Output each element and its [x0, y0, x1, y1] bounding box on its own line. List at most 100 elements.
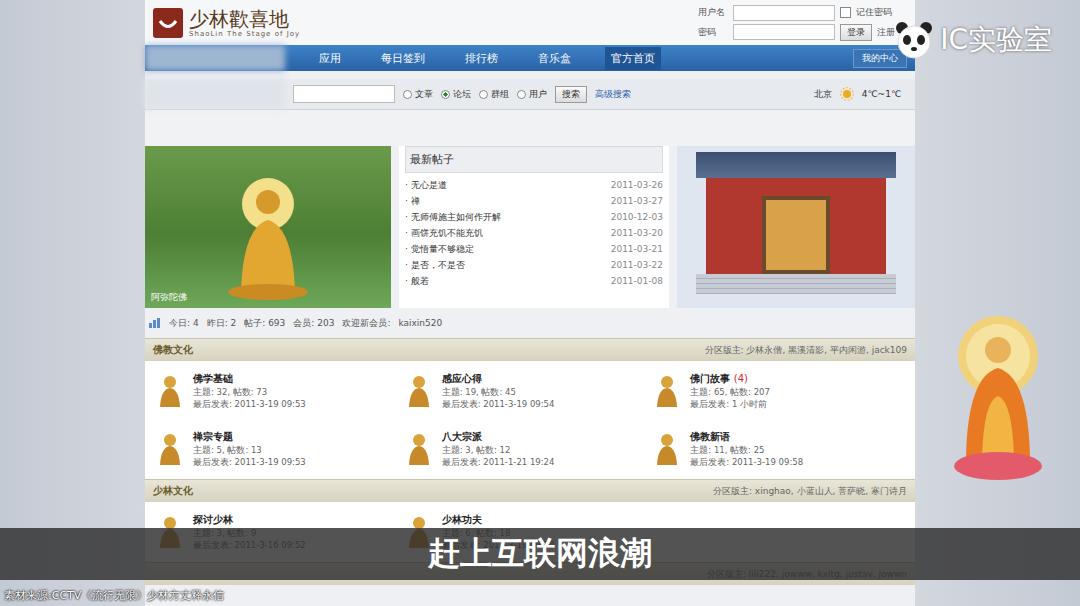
- forum-name[interactable]: 少林功夫: [442, 513, 555, 527]
- forum-counts: 主题: 5, 帖数: 13: [193, 444, 306, 456]
- channel-watermark: IC实验室: [894, 20, 1052, 60]
- post-row[interactable]: · 无心是道2011-03-26: [405, 177, 663, 193]
- forum-name[interactable]: 佛学基础: [193, 372, 306, 386]
- statue-icon: [654, 431, 680, 467]
- forum-last-post: 最后发表: 2011-3-19 09:53: [193, 398, 306, 410]
- radio-icon: [517, 90, 526, 99]
- advanced-search-link[interactable]: 高级搜索: [595, 88, 631, 101]
- stat-item: 会员: 203: [293, 317, 334, 330]
- stats-icon: [149, 318, 161, 328]
- video-subtitle: 赶上互联网浪潮: [0, 528, 1080, 580]
- new-member-label: 欢迎新会员:: [342, 317, 390, 330]
- forum-item[interactable]: 佛教新语 主题: 11, 帖数: 25最后发表: 2011-3-19 09:58: [654, 423, 903, 475]
- buddha-icon: [952, 306, 1044, 486]
- backdrop: [915, 0, 1080, 606]
- site-logo[interactable]: 少林歡喜地ShaoLin The Stage of Joy: [153, 8, 300, 38]
- buddha-icon: [223, 172, 313, 302]
- forum-name[interactable]: 探讨少林: [193, 513, 306, 527]
- nav-item[interactable]: 音乐盒: [532, 47, 577, 70]
- forum-grid: 佛学基础 主题: 32, 帖数: 73最后发表: 2011-3-19 09:53…: [145, 361, 915, 479]
- nav-item[interactable]: 排行榜: [459, 47, 504, 70]
- hero-area: 阿弥陀佛 最新帖子 · 无心是道2011-03-26· 禅2011-03-27· 无…: [145, 146, 915, 308]
- forum-name[interactable]: 佛教新语: [690, 430, 803, 444]
- forum-item[interactable]: 八大宗派 主题: 3, 帖数: 12最后发表: 2011-1-21 19:24: [406, 423, 655, 475]
- panda-icon: [894, 20, 934, 60]
- post-row[interactable]: · 觉悟量不够稳定2011-03-21: [405, 241, 663, 257]
- forum-last-post: 最后发表: 2011-1-21 19:24: [442, 456, 555, 468]
- search-option[interactable]: 群组: [479, 88, 509, 101]
- login-form: 用户名记住密码密码登录注册: [698, 5, 907, 41]
- search-bar: 文章论坛群组用户搜索高级搜索北京4℃~1℃: [145, 79, 915, 110]
- forum-name[interactable]: 禅宗专题: [193, 430, 306, 444]
- stat-item: 帖子: 693: [244, 317, 285, 330]
- forum-item[interactable]: 禅宗专题 主题: 5, 帖数: 13最后发表: 2011-3-19 09:53: [157, 423, 406, 475]
- forum-last-post: 最后发表: 2011-3-19 09:54: [442, 398, 555, 410]
- spacer-strip: [145, 110, 915, 146]
- forum-counts: 主题: 11, 帖数: 25: [690, 444, 803, 456]
- section-header[interactable]: 少林文化 分区版主: xinghao, 小蓝山人, 菩萨晓, 寒门诗月: [145, 479, 915, 502]
- logo-subtitle: ShaoLin The Stage of Joy: [189, 30, 300, 38]
- password-input[interactable]: [733, 24, 835, 40]
- section-moderators: 分区版主: 少林永僧, 黑溪清影, 平内闲游, jack109: [705, 344, 907, 357]
- login-button[interactable]: 登录: [840, 24, 872, 41]
- search-input[interactable]: [293, 85, 395, 103]
- statue-icon: [406, 373, 432, 409]
- logo-icon: [153, 8, 183, 38]
- photo-caption: 阿弥陀佛: [151, 291, 187, 304]
- latest-posts-title: 最新帖子: [405, 146, 663, 173]
- username-label: 用户名: [698, 6, 728, 19]
- radio-icon: [403, 90, 412, 99]
- section-title: 少林文化: [153, 484, 193, 498]
- forum-item[interactable]: 佛学基础 主题: 32, 帖数: 73最后发表: 2011-3-19 09:53: [157, 365, 406, 417]
- forum-name[interactable]: 八大宗派: [442, 430, 555, 444]
- radio-icon: [441, 90, 450, 99]
- post-row[interactable]: · 般若2011-01-08: [405, 273, 663, 289]
- forum-counts: 主题: 19, 帖数: 45: [442, 386, 555, 398]
- remember-checkbox[interactable]: [840, 7, 851, 18]
- new-member-link[interactable]: kaixin520: [398, 318, 442, 328]
- post-row[interactable]: · 无师傅施主如何作开解2010-12-03: [405, 209, 663, 225]
- forum-section: 佛教文化 分区版主: 少林永僧, 黑溪清影, 平内闲游, jack109 佛学基础 …: [145, 338, 915, 479]
- city-label: 北京: [814, 88, 832, 101]
- search-option[interactable]: 文章: [403, 88, 433, 101]
- temple-photo: [677, 146, 915, 308]
- statue-icon: [157, 373, 183, 409]
- statue-icon: [157, 431, 183, 467]
- video-source-caption: 素材来源:CCTV《流行无限》少林方丈释永信: [4, 588, 224, 603]
- search-button[interactable]: 搜索: [555, 86, 587, 103]
- forum-counts: 主题: 32, 帖数: 73: [193, 386, 306, 398]
- forum-page: 少林歡喜地ShaoLin The Stage of Joy用户名记住密码密码登录…: [145, 0, 915, 606]
- nav-item[interactable]: 官方首页: [605, 47, 661, 70]
- forum-name[interactable]: 佛门故事 (4): [690, 372, 770, 386]
- search-option[interactable]: 用户: [517, 88, 547, 101]
- post-row[interactable]: · 是否，不是否2011-03-22: [405, 257, 663, 273]
- blurred-area: [145, 45, 285, 71]
- stat-item: 今日: 4: [169, 317, 199, 330]
- logo-title: 少林歡喜地: [189, 8, 300, 30]
- forum-item[interactable]: 佛门故事 (4)主题: 65, 帖数: 207最后发表: 1 小时前: [654, 365, 903, 417]
- latest-posts: 最新帖子 · 无心是道2011-03-26· 禅2011-03-27· 无师傅施主…: [399, 146, 669, 308]
- nav-item[interactable]: 每日签到: [375, 47, 431, 70]
- forum-counts: 主题: 65, 帖数: 207: [690, 386, 770, 398]
- site-header: 少林歡喜地ShaoLin The Stage of Joy用户名记住密码密码登录…: [145, 0, 915, 45]
- post-row[interactable]: · 禅2011-03-27: [405, 193, 663, 209]
- backdrop: [0, 0, 145, 606]
- temple-roof: [696, 152, 896, 178]
- remember-label[interactable]: 记住密码: [856, 6, 892, 19]
- radio-icon: [479, 90, 488, 99]
- post-row[interactable]: · 画饼充饥不能充饥2011-03-20: [405, 225, 663, 241]
- section-title: 佛教文化: [153, 343, 193, 357]
- forum-name[interactable]: 感应心得: [442, 372, 555, 386]
- forum-last-post: 最后发表: 2011-3-19 09:58: [690, 456, 803, 468]
- my-center-button[interactable]: 我的中心: [853, 49, 907, 68]
- stat-item: 昨日: 2: [207, 317, 237, 330]
- forum-item[interactable]: 感应心得 主题: 19, 帖数: 45最后发表: 2011-3-19 09:54: [406, 365, 655, 417]
- nav-item[interactable]: 应用: [313, 47, 347, 70]
- forum-last-post: 最后发表: 2011-3-19 09:53: [193, 456, 306, 468]
- search-option[interactable]: 论坛: [441, 88, 471, 101]
- username-input[interactable]: [733, 5, 835, 21]
- section-header[interactable]: 佛教文化 分区版主: 少林永僧, 黑溪清影, 平内闲游, jack109: [145, 338, 915, 361]
- new-posts-badge: (4): [734, 373, 748, 384]
- section-moderators: 分区版主: xinghao, 小蓝山人, 菩萨晓, 寒门诗月: [713, 485, 907, 498]
- statue-icon: [654, 373, 680, 409]
